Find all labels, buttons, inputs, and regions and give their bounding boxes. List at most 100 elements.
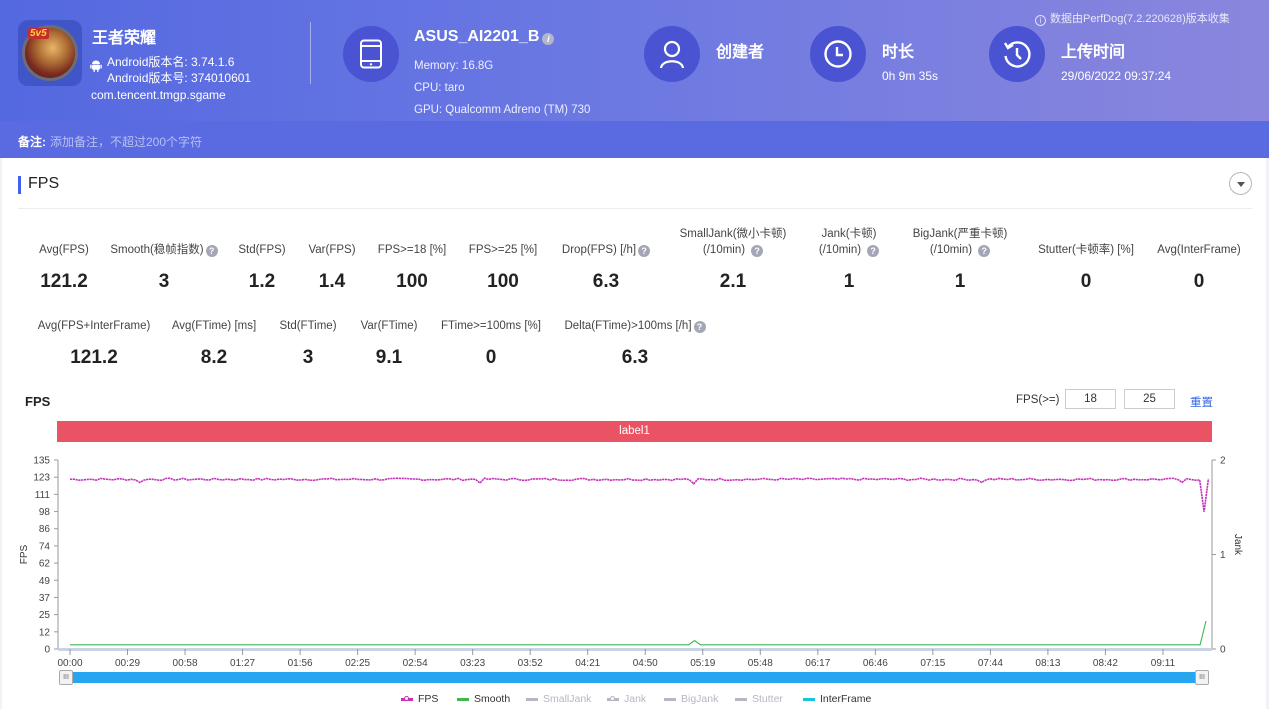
y2-axis-title: Jank [1232,534,1243,556]
y-axis-title: FPS [19,544,30,564]
creator-icon-circle [644,26,700,82]
fps-threshold-input-2[interactable] [1124,389,1175,409]
legend-item-smooth[interactable]: Smooth [457,693,510,705]
note-input[interactable]: 添加备注，不超过200个字符 [50,133,202,150]
metric-value: 6.3 [621,347,649,368]
x-tick-label: 05:19 [690,658,715,668]
creator-title: 创建者 [716,44,765,61]
y-tick-label: 0 [44,645,50,656]
slider-handle-right[interactable]: III [1195,670,1209,685]
help-icon[interactable]: ? [978,245,991,257]
section-title: FPS [28,175,60,192]
metric-label-text: FTime>=100ms [%] [441,320,541,332]
y-tick-label: 12 [39,627,51,638]
label-band[interactable]: label1 [57,421,1212,442]
x-tick-label: 06:46 [863,658,888,668]
x-tick-label: 00:00 [57,658,82,668]
fps-section-card: FPS Avg(FPS) 121.2 Smooth(稳帧指数)? 3 Std(FPS) 1… [2,158,1266,709]
y2-tick-label: 1 [1220,550,1226,561]
x-tick-label: 03:23 [460,658,485,668]
metric-label-text: Var(FTime) [360,320,418,332]
duration-value: 0h 9m 35s [882,69,939,83]
collect-note-text: 数据由PerfDog(7.2.220628)版本收集 [1050,13,1230,25]
legend-swatch [526,697,538,701]
fps-threshold-input-1[interactable] [1065,389,1116,409]
phone-icon [360,39,382,69]
slider-handle-left[interactable]: III [59,670,73,685]
collapse-toggle-button[interactable] [1229,172,1252,195]
legend-item-stutter[interactable]: Stutter [735,693,783,705]
metric-label-text: Drop(FPS) [/h] [561,244,637,256]
android-version-code: Android版本号: 374010601 [107,71,252,85]
legend-label: Jank [624,693,647,705]
legend-item-smalljank[interactable]: SmallJank [526,693,591,705]
legend-item-jank[interactable]: Jank [607,693,646,705]
series-line-smooth [70,620,1207,646]
x-tick-label: 07:15 [920,658,945,668]
legend-label: BigJank [681,693,719,705]
metric-label-text: Avg(InterFrame) [1157,244,1241,256]
y-tick-label: 86 [39,524,51,535]
x-tick-label: 08:13 [1035,658,1060,668]
legend-item-fps[interactable]: FPS [401,693,438,705]
x-tick-label: 09:11 [1151,658,1176,668]
x-tick-label: 04:21 [575,658,600,668]
y-tick-label: 25 [39,610,51,621]
y-tick-label: 135 [33,456,50,467]
y2-tick-label: 2 [1220,456,1226,467]
reset-button[interactable]: 重置 [1190,394,1213,410]
fps-chart[interactable]: 01225374962748698111123135012FPS Jank00:0… [2,448,1266,669]
device-gpu: GPU: Qualcomm Adreno (TM) 730 [414,104,591,116]
help-icon[interactable]: ? [751,245,764,257]
metric-label: Delta(FTime)>100ms [/h]? [555,318,715,334]
collect-note: i 数据由PerfDog(7.2.220628)版本收集 [1035,10,1230,26]
fps-threshold-label: FPS(>=) [1016,394,1060,406]
legend-item-bigjank[interactable]: BigJank [664,693,718,705]
device-memory: Memory: 16.8G [414,60,494,72]
section-divider [18,208,1252,209]
x-tick-label: 00:58 [173,658,198,668]
section-accent-bar [18,176,21,194]
metric-label-text: BigJank(严重卡顿) [912,228,1008,240]
metric-label-text: Avg(FPS) [39,244,89,256]
y-tick-label: 111 [35,490,51,501]
x-tick-label: 03:52 [518,658,543,668]
y2-tick-label: 0 [1220,645,1226,656]
upload-icon-circle [989,26,1045,82]
android-icon [90,60,102,72]
device-info-icon[interactable]: i [542,33,555,45]
y-tick-label: 49 [39,576,51,587]
metric-unit-text: (/10min) [702,244,746,256]
legend-label: FPS [418,693,439,705]
x-tick-label: 05:48 [748,658,773,668]
metric-value: 0 [1193,271,1205,292]
legend-item-interframe[interactable]: InterFrame [803,693,871,705]
legend-swatch [803,697,815,701]
x-tick-label: 07:44 [978,658,1003,668]
y-tick-label: 74 [39,541,51,552]
history-icon [1003,41,1031,68]
metric-label-text: Delta(FTime)>100ms [/h] [564,320,692,332]
device-icon-circle [343,26,399,82]
device-cpu: CPU: taro [414,82,465,94]
device-name: ASUS_AI2201_B i [414,28,555,46]
help-icon[interactable]: ? [638,245,651,257]
app-icon: 5v5 [18,20,82,86]
legend-label: Stutter [752,693,783,705]
app-name: 王者荣耀 [92,30,157,47]
legend-label: SmallJank [543,693,592,705]
upload-title: 上传时间 [1061,44,1126,61]
x-tick-label: 08:42 [1093,658,1118,668]
legend-swatch [401,695,413,701]
time-range-slider[interactable] [64,672,1204,683]
device-name-text: ASUS_AI2201_B [414,28,540,45]
report-header: 5v5 王者荣耀 Android版本名: 3.74.1.6 Android版本号… [0,0,1269,121]
legend-swatch [607,695,619,701]
help-icon[interactable]: ? [867,245,880,257]
metric-label: Avg(InterFrame) [1119,242,1269,258]
upload-time: 29/06/2022 09:37:24 [1061,69,1172,83]
help-icon[interactable]: ? [693,321,706,333]
x-tick-label: 06:17 [805,658,830,668]
legend-swatch [457,697,469,701]
y-tick-label: 62 [39,559,51,570]
